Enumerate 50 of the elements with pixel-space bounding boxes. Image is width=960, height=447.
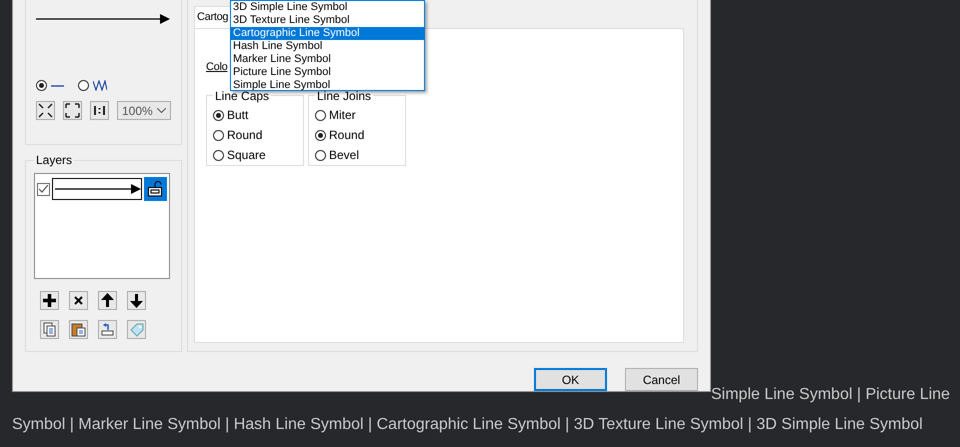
dropdown-option[interactable]: Hash Line Symbol [231,40,424,53]
checkbox[interactable] [37,182,50,196]
option-label: Butt [227,108,248,122]
radio-button[interactable] [36,80,47,91]
option-label: Square [227,148,266,162]
group-title: Line Caps [213,89,272,103]
dropdown-option[interactable]: 3D Simple Line Symbol [231,1,424,14]
dropdown-option[interactable]: Picture Line Symbol [231,66,424,79]
chevron-down-icon [157,108,166,113]
radio-button[interactable] [315,150,326,160]
expand-icon[interactable] [63,101,82,120]
radio-button[interactable] [78,80,89,91]
tab[interactable]: Cartog [194,6,232,28]
zoom-dropdown[interactable]: 100% [117,101,171,120]
arrow-up-icon[interactable] [98,291,117,310]
option-label: Round [329,128,364,142]
paste-icon[interactable] [69,320,88,339]
radio-button[interactable] [315,130,326,140]
check-icon [38,185,48,193]
shrink-icon[interactable] [36,101,55,120]
line-icon [51,84,64,88]
arrow-line-icon [54,184,141,194]
radio-button[interactable] [315,110,326,120]
dropdown-option[interactable]: Marker Line Symbol [231,53,424,66]
dialog-button[interactable]: Cancel [625,368,698,391]
lock-button[interactable] [144,177,167,201]
layer-list[interactable] [34,173,170,279]
dropdown-option[interactable]: 3D Texture Line Symbol [231,14,424,27]
add-icon[interactable] [40,291,59,310]
zigzag-icon [93,80,107,91]
caption-text: Simple Line Symbol | Picture Line [711,385,950,405]
dialog-button[interactable]: OK [534,368,607,391]
option-label: Miter [329,108,356,122]
lock-icon [147,181,164,197]
dropdown-option[interactable]: Simple Line Symbol [231,79,424,92]
radio-button[interactable] [213,130,224,140]
radio-button[interactable] [213,110,224,120]
option-label: Round [227,128,262,142]
radio-button[interactable] [213,150,224,160]
arrow-line-icon [36,14,170,24]
field-label: Colo [206,61,228,73]
dropdown-option[interactable]: Cartographic Line Symbol [231,27,424,40]
close-icon[interactable] [69,291,88,310]
copy-icon[interactable] [40,320,59,339]
caption-text: Symbol | Marker Line Symbol | Hash Line Symbol | Cartographic Line Symbol | 3D Texture Line Symbol | 3D Simple Line Symbol [11,415,924,435]
actual-size-icon[interactable] [90,101,109,120]
option-label: Bevel [329,148,360,162]
arrow-down-icon[interactable] [127,291,146,310]
import-icon[interactable] [98,320,117,339]
group-title: Layers [34,153,74,167]
